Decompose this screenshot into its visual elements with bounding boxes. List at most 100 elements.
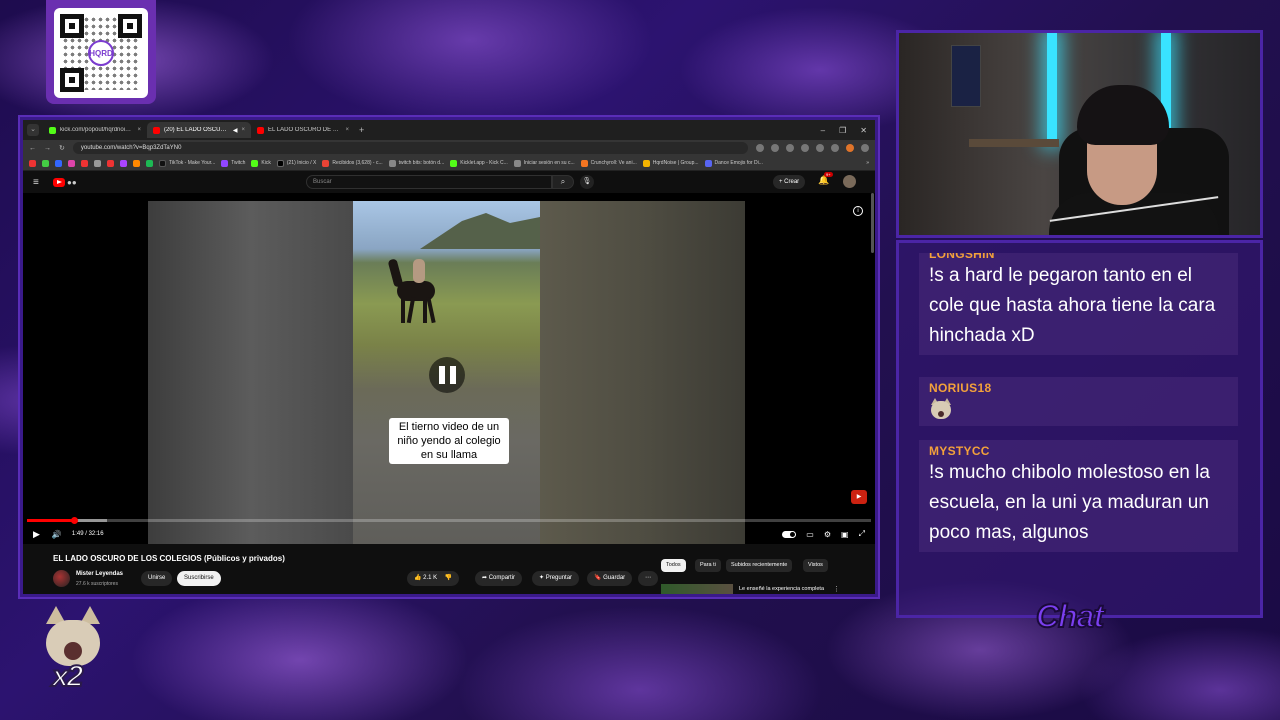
- join-button[interactable]: Unirse: [141, 571, 173, 586]
- tab-youtube[interactable]: EL LADO OSCURO DE LOS CO ×: [251, 122, 355, 138]
- profile-icon[interactable]: [846, 144, 854, 152]
- recommendation-title[interactable]: Le enseñé la experiencia completa de tod…: [739, 585, 829, 594]
- progress-bar[interactable]: [27, 517, 871, 524]
- tab-search-button[interactable]: ⌄: [27, 124, 39, 136]
- chip-watched[interactable]: Vistos: [803, 559, 828, 572]
- pause-icon[interactable]: [429, 357, 465, 393]
- chat-title: Chat: [1035, 597, 1105, 635]
- chat-username: LONGSHIN: [929, 253, 995, 261]
- progress-played: [27, 519, 75, 522]
- youtube-favicon-icon: [257, 126, 264, 134]
- new-tab-button[interactable]: +: [359, 125, 364, 135]
- tab-kick[interactable]: kick.com/popout/hqrdnoise/ch ×: [43, 122, 147, 138]
- bookmark-hqrdnoise[interactable]: HqrdNoise | Group...: [642, 159, 699, 167]
- miniplayer-icon[interactable]: ▣: [841, 530, 849, 539]
- play-icon[interactable]: ▶: [33, 529, 40, 540]
- search-button[interactable]: ⌕: [552, 175, 574, 189]
- page-scrollbar[interactable]: [871, 193, 874, 253]
- chat-panel: LONGSHIN !s a hard le pegaron tanto en e…: [896, 240, 1263, 618]
- autoplay-toggle[interactable]: [782, 530, 797, 538]
- close-icon[interactable]: ×: [137, 127, 141, 133]
- kick-favicon-icon: [49, 126, 56, 134]
- bookmark-x[interactable]: (21) Inicio / X: [276, 159, 316, 167]
- address-bar-row: ← → ↻ youtube.com/watch?v=Bqp3ZdTaYN0: [23, 140, 875, 156]
- cast-icon[interactable]: [756, 144, 764, 152]
- account-avatar[interactable]: [843, 175, 856, 188]
- wall-poster: [951, 45, 981, 107]
- bookmark-icon[interactable]: [29, 159, 36, 167]
- bookmark-twitch-bits[interactable]: twitch bits: botón d...: [388, 159, 444, 167]
- share-button[interactable]: ➦ Compartir: [475, 571, 523, 586]
- bookmark-kick[interactable]: Kick: [251, 159, 271, 167]
- youtube-logo-icon[interactable]: [53, 177, 65, 187]
- bookmark-login[interactable]: Iniciar sesión en su c...: [513, 159, 575, 167]
- channel-name[interactable]: Mister Leyendas: [76, 571, 123, 577]
- reload-icon[interactable]: ↻: [59, 144, 65, 152]
- like-button[interactable]: 👍 2.1 K 👎: [407, 571, 460, 586]
- channel-watermark-icon[interactable]: ▶: [851, 490, 867, 504]
- bookmark-icon[interactable]: [55, 159, 62, 167]
- menu-icon[interactable]: [861, 144, 869, 152]
- progress-scrubber[interactable]: [71, 517, 79, 524]
- dislike-icon[interactable]: 👎: [445, 575, 452, 581]
- bookmark-icon[interactable]: [81, 159, 88, 167]
- save-button[interactable]: 🔖 Guardar: [587, 571, 633, 586]
- search-input[interactable]: Buscar: [306, 175, 552, 189]
- hamburger-menu-icon[interactable]: ≡: [33, 177, 45, 188]
- video-caption: El tierno video de un niño yendo al cole…: [389, 418, 509, 464]
- chat-messages: LONGSHIN !s a hard le pegaron tanto en e…: [919, 253, 1242, 583]
- recommendation-thumbnail[interactable]: [661, 584, 733, 594]
- channel-avatar[interactable]: [53, 570, 70, 587]
- info-icon[interactable]: i: [853, 206, 863, 216]
- minimize-icon[interactable]: –: [821, 126, 825, 135]
- bookmark-icon[interactable]: [42, 159, 49, 167]
- chip-all[interactable]: Todos: [661, 559, 686, 572]
- tab-youtube-active[interactable]: (20) EL LADO OSCURO DE ◀ ×: [147, 122, 251, 138]
- fullscreen-icon[interactable]: ⤢: [859, 529, 865, 539]
- chip-recently-uploaded[interactable]: Subidos recientemente: [726, 559, 793, 572]
- extensions-icon[interactable]: [786, 144, 794, 152]
- close-icon[interactable]: ×: [345, 127, 349, 133]
- more-actions-icon[interactable]: ⋯: [638, 571, 658, 586]
- extension-icon[interactable]: [831, 144, 839, 152]
- channel-subscribers: 27.6 k suscriptores: [76, 581, 118, 587]
- subscribe-button[interactable]: Suscribirse: [177, 571, 221, 586]
- bookmark-twitch[interactable]: Twitch: [221, 159, 245, 167]
- bookmark-crunchyroll[interactable]: Crunchyroll: Ve ani...: [580, 159, 637, 167]
- ask-button[interactable]: ✦ Preguntar: [532, 571, 580, 586]
- download-icon[interactable]: [801, 144, 809, 152]
- bookmark-tiktok[interactable]: TikTok - Make Your...: [159, 159, 215, 167]
- back-icon[interactable]: ←: [29, 145, 36, 152]
- more-bookmarks-icon[interactable]: »: [866, 160, 869, 166]
- notifications-bell-icon[interactable]: 🔔 9+: [818, 172, 833, 186]
- video-player[interactable]: El tierno video de un niño yendo al cole…: [23, 193, 875, 544]
- settings-gear-icon[interactable]: ⚙: [824, 530, 831, 539]
- create-button[interactable]: + Crear: [773, 175, 806, 189]
- tab-strip: ⌄ kick.com/popout/hqrdnoise/ch × (20) EL…: [23, 120, 875, 140]
- bookmark-gmail[interactable]: Recibidos (3,628) - c...: [322, 159, 383, 167]
- bookmark-icon[interactable]: [68, 159, 75, 167]
- chat-username: MYSTYCC: [929, 444, 990, 458]
- close-window-icon[interactable]: ✕: [860, 126, 867, 135]
- bookmark-icon[interactable]: [120, 159, 127, 167]
- forward-icon[interactable]: →: [44, 145, 51, 152]
- bookmark-kicklet[interactable]: Kicklet.app - Kick C...: [450, 159, 508, 167]
- bookmark-icon[interactable]: [146, 159, 153, 167]
- microphone-icon[interactable]: 🎙: [580, 175, 594, 189]
- bookmark-dance-emojis[interactable]: Dance Emojis for Di...: [704, 159, 763, 167]
- restore-icon[interactable]: ❐: [839, 126, 846, 135]
- bookmark-icon[interactable]: [133, 159, 140, 167]
- cat-emote-icon: [40, 606, 106, 668]
- volume-icon[interactable]: 🔊: [52, 530, 62, 539]
- subtitles-icon[interactable]: ▭: [806, 530, 814, 539]
- star-icon[interactable]: [771, 144, 779, 152]
- chip-for-you[interactable]: Para ti: [695, 559, 721, 572]
- recommendation-menu-icon[interactable]: ⋮: [833, 585, 840, 593]
- bookmark-icon[interactable]: [94, 159, 101, 167]
- browser-window: ⌄ kick.com/popout/hqrdnoise/ch × (20) EL…: [20, 117, 878, 597]
- bookmark-icon[interactable]: [107, 159, 114, 167]
- close-icon[interactable]: ×: [241, 127, 245, 133]
- url-field[interactable]: youtube.com/watch?v=Bqp3ZdTaYN0: [72, 142, 748, 154]
- window-controls: – ❐ ✕: [821, 126, 875, 135]
- extension-icon[interactable]: [816, 144, 824, 152]
